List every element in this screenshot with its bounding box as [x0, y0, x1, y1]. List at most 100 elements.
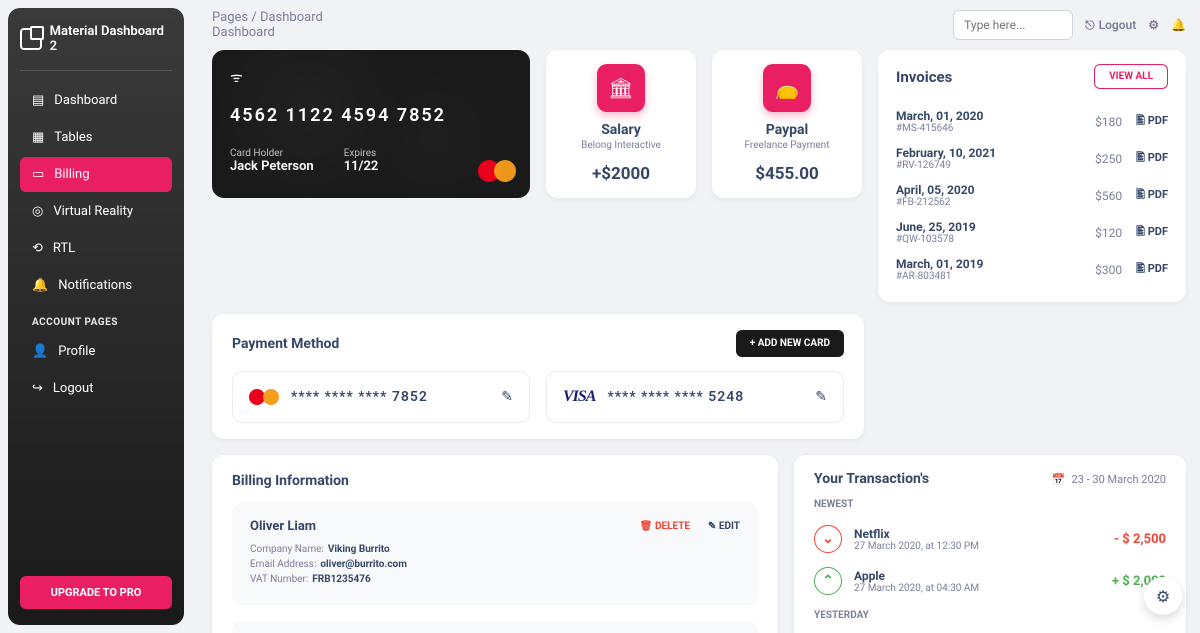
- credit-card: ᯤ 4562 1122 4594 7852 Card HolderJack Pe…: [212, 50, 530, 198]
- topbar: Pages / Dashboard Dashboard ⎋ Logout ⚙ 🔔: [212, 10, 1186, 40]
- search-input[interactable]: [953, 10, 1073, 40]
- billing-item: Lucas Harper🗑 DELETE✎ EDITCompany Name:S…: [232, 621, 758, 633]
- add-card-button[interactable]: + ADD NEW CARD: [736, 330, 844, 357]
- invoice-row: March, 01, 2020#MS-415646$180🖺 PDF: [896, 103, 1168, 140]
- transaction-amount: - $ 2,500: [1114, 532, 1166, 547]
- breadcrumb-root[interactable]: Pages: [212, 10, 248, 25]
- mini-title: Paypal: [766, 122, 808, 138]
- sidebar-item-tables[interactable]: ▦ Tables: [20, 120, 172, 155]
- billing-company: Viking Burrito: [328, 544, 390, 555]
- invoice-id: #AR-803481: [896, 271, 983, 282]
- billing-name: Oliver Liam: [250, 519, 316, 534]
- invoice-amount: $120: [1095, 226, 1122, 240]
- invoice-row: February, 10, 2021#RV-126749$250🖺 PDF: [896, 140, 1168, 177]
- invoice-date: April, 05, 2020: [896, 183, 975, 197]
- invoice-amount: $180: [1095, 115, 1122, 129]
- card-expiry: 11/22: [344, 159, 379, 174]
- nav-icon: ↪: [32, 381, 43, 396]
- mini-card-paypal: 👝PaypalFreelance Payment$455.00: [712, 50, 862, 198]
- payment-card: VISA**** **** **** 5248✎: [546, 371, 844, 423]
- edit-icon[interactable]: ✎: [501, 389, 513, 405]
- invoice-row: June, 25, 2019#QW-103578 $120 🖺 PDF: [896, 214, 1168, 251]
- sidebar-item-dashboard[interactable]: ▤Dashboard: [20, 83, 172, 118]
- invoice-date: March, 01, 2019: [896, 257, 983, 271]
- billing-vat: FRB1235476: [312, 574, 370, 585]
- invoice-amount: $250: [1095, 152, 1122, 166]
- logout-link[interactable]: ⎋ Logout: [1085, 18, 1136, 33]
- card-holder: Jack Peterson: [230, 159, 314, 174]
- nav-label: Virtual Reality: [53, 204, 133, 219]
- delete-button[interactable]: 🗑 DELETE: [640, 519, 690, 534]
- transactions-range: 📅 23 - 30 March 2020: [1052, 473, 1166, 486]
- billing-item: Oliver Liam🗑 DELETE✎ EDITCompany Name:Vi…: [232, 503, 758, 605]
- pdf-button[interactable]: 🖺 PDF: [1136, 112, 1168, 131]
- transaction-date: 27 March 2020, at 04:30 AM: [854, 583, 979, 594]
- invoice-date: June, 25, 2019: [896, 220, 976, 234]
- mini-card-salary: 🏛SalaryBelong Interactive+$2000: [546, 50, 696, 198]
- bell-icon[interactable]: 🔔: [1171, 18, 1186, 32]
- nav-label: RTL: [53, 241, 75, 256]
- sidebar-item-logout[interactable]: ↪ Logout: [20, 371, 172, 406]
- settings-icon[interactable]: ⚙: [1148, 18, 1159, 32]
- invoice-amount: $560: [1095, 189, 1122, 203]
- nav-icon: ⟲: [32, 241, 43, 256]
- billing-email: oliver@burrito.com: [320, 559, 406, 570]
- pdf-button[interactable]: 🖺 PDF: [1136, 223, 1168, 242]
- brand-icon: [20, 28, 42, 50]
- transaction-date: 27 March 2020, at 12:30 PM: [854, 541, 979, 552]
- invoice-date: February, 10, 2021: [896, 146, 996, 160]
- transactions-card: Your Transaction's 📅 23 - 30 March 2020 …: [794, 455, 1186, 633]
- invoice-amount: $300: [1095, 263, 1122, 277]
- nav-label: Profile: [58, 344, 95, 359]
- page-title: Dashboard: [212, 25, 323, 40]
- nav-icon: 👤: [32, 344, 48, 359]
- mini-title: Salary: [601, 122, 641, 138]
- nav-label: Dashboard: [54, 93, 117, 108]
- mini-sub: Belong Interactive: [581, 140, 661, 151]
- edit-icon[interactable]: ✎: [815, 389, 827, 405]
- pdf-button[interactable]: 🖺 PDF: [1136, 186, 1168, 205]
- transactions-title: Your Transaction's: [814, 471, 929, 487]
- mini-sub: Freelance Payment: [745, 140, 830, 151]
- invoice-row: April, 05, 2020#FB-212562$560🖺 PDF: [896, 177, 1168, 214]
- nav-label: Billing: [54, 167, 89, 182]
- transaction-row: ⌄Netflix27 March 2020, at 12:30 PM- $ 2,…: [814, 518, 1166, 560]
- card-number: 4562 1122 4594 7852: [230, 105, 512, 126]
- brand: Material Dashboard 2: [20, 24, 172, 71]
- sidebar-item-virtual-reality[interactable]: ◎Virtual Reality: [20, 194, 172, 229]
- mini-amount: +$2000: [592, 164, 650, 184]
- view-all-button[interactable]: VIEW ALL: [1094, 64, 1168, 89]
- edit-button[interactable]: ✎ EDIT: [708, 519, 740, 534]
- nav-icon: ▦: [32, 130, 44, 145]
- mastercard-icon: [249, 388, 279, 406]
- nav-label: Logout: [53, 381, 94, 396]
- section-newest: NEWEST: [814, 499, 1166, 510]
- nav-label: Tables: [54, 130, 92, 145]
- wifi-icon: ᯤ: [230, 68, 512, 87]
- sidebar-item-rtl[interactable]: ⟲ RTL: [20, 231, 172, 266]
- transaction-name: Netflix: [854, 527, 979, 541]
- invoice-id: #QW-103578: [896, 234, 976, 245]
- billing-info-title: Billing Information: [232, 473, 758, 489]
- nav-icon: ▭: [32, 167, 44, 182]
- visa-icon: VISA: [563, 388, 595, 406]
- pdf-button[interactable]: 🖺 PDF: [1136, 149, 1168, 168]
- invoice-date: March, 01, 2020: [896, 109, 983, 123]
- transaction-name: Apple: [854, 569, 979, 583]
- payment-method-card: Payment Method + ADD NEW CARD **** **** …: [212, 314, 864, 439]
- nav-icon: 🔔: [32, 278, 48, 293]
- transaction-row: ⌃Stripe26 March 2020, at 13:45 PM+ $ 750: [814, 629, 1166, 633]
- pdf-button[interactable]: 🖺 PDF: [1136, 260, 1168, 279]
- main: Pages / Dashboard Dashboard ⎋ Logout ⚙ 🔔…: [198, 0, 1200, 633]
- mini-amount: $455.00: [755, 164, 818, 184]
- upgrade-button[interactable]: UPGRADE TO PRO: [20, 576, 172, 609]
- payment-card: **** **** **** 7852✎: [232, 371, 530, 423]
- nav-section-label: ACCOUNT PAGES: [20, 305, 172, 334]
- settings-fab[interactable]: ⚙: [1144, 577, 1182, 615]
- nav-label: Notifications: [58, 278, 132, 293]
- sidebar-item-billing[interactable]: ▭ Billing: [20, 157, 172, 192]
- sidebar-item-notifications[interactable]: 🔔 Notifications: [20, 268, 172, 303]
- arrow-up-icon: ⌃: [814, 567, 842, 595]
- breadcrumb-page: Dashboard: [260, 10, 323, 25]
- sidebar-item-profile[interactable]: 👤 Profile: [20, 334, 172, 369]
